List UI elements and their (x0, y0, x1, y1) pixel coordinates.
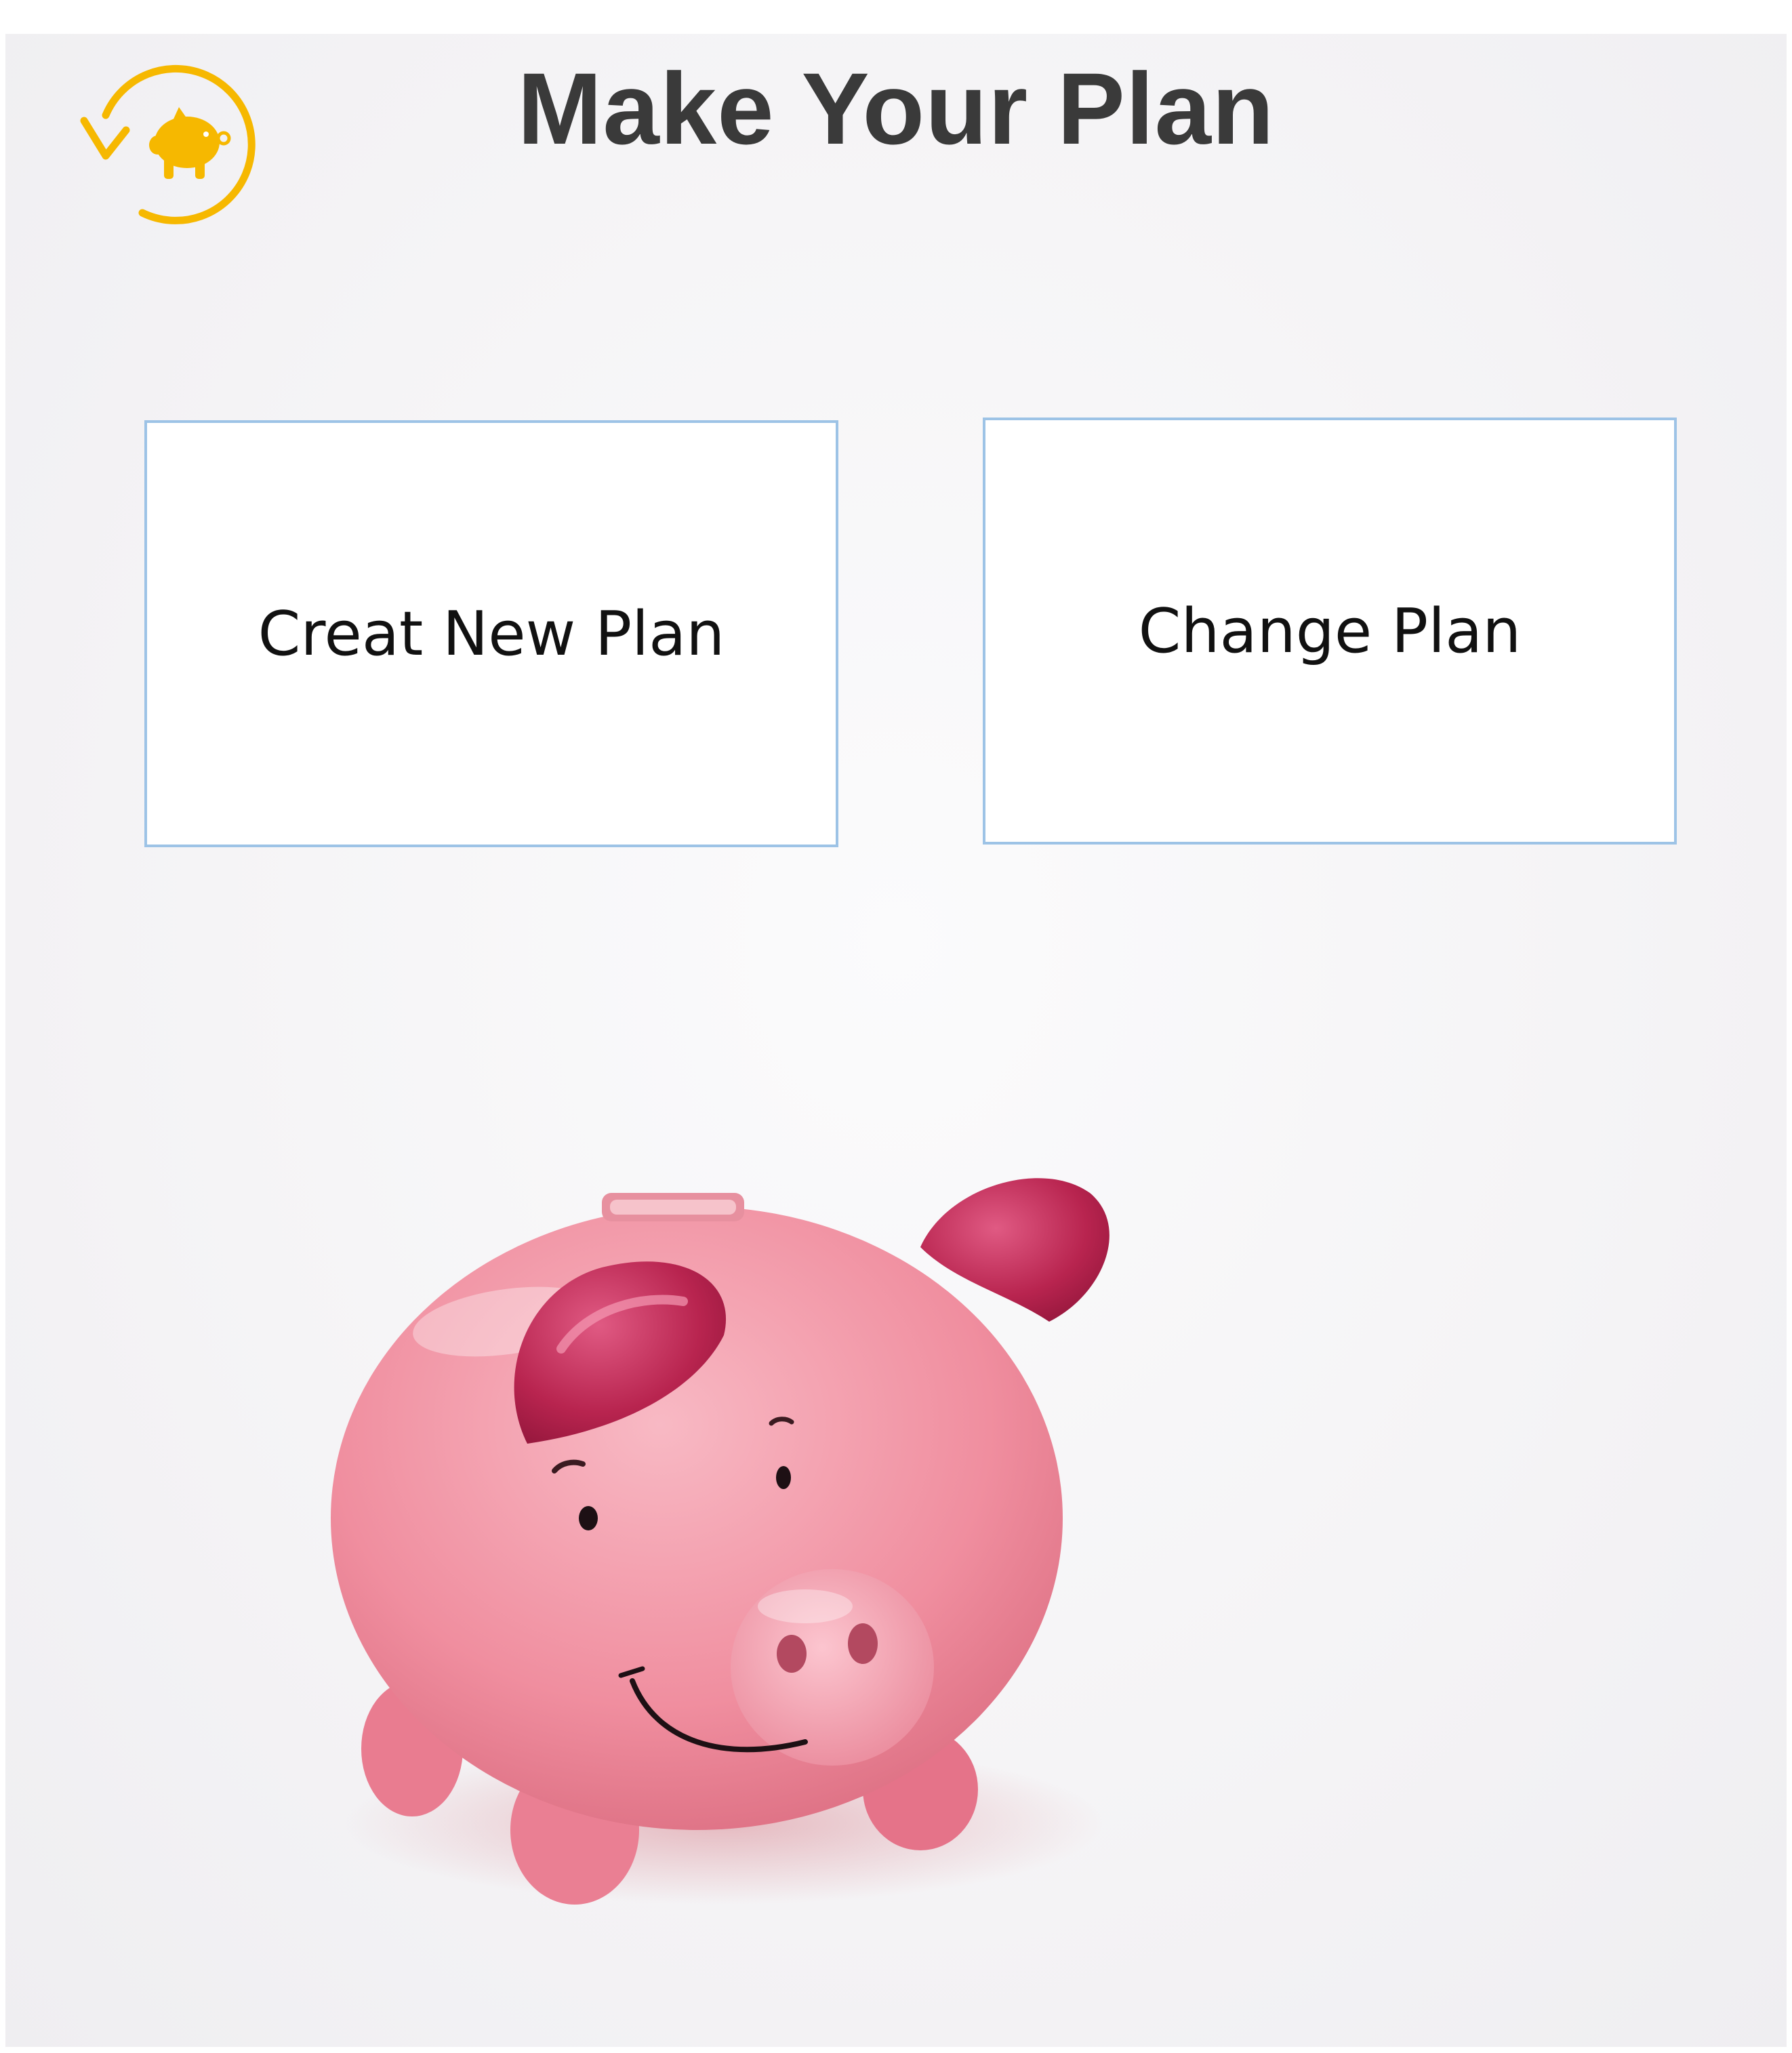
page-title: Make Your Plan (517, 52, 1275, 165)
screen: Make Your Plan Creat New Plan Change Pla… (5, 34, 1787, 2047)
piggy-bank-image (209, 1091, 1225, 1972)
change-plan-button[interactable]: Change Plan (983, 418, 1677, 845)
change-plan-label: Change Plan (1138, 595, 1522, 667)
create-new-plan-button[interactable]: Creat New Plan (144, 420, 838, 847)
pink-piggy-bank-illustration (331, 1178, 1109, 1905)
create-new-plan-label: Creat New Plan (258, 598, 725, 670)
